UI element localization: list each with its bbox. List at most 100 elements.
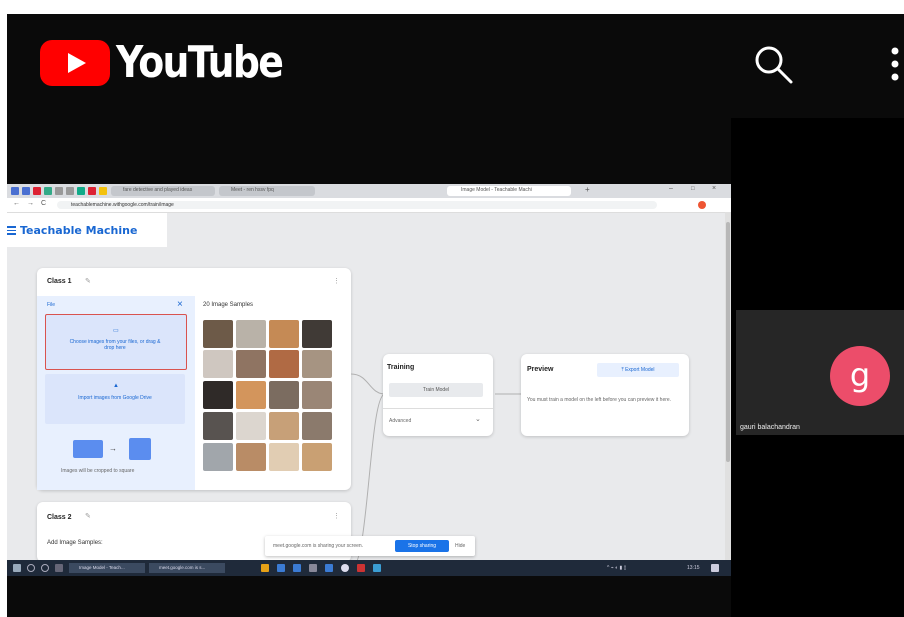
image-sample[interactable] bbox=[236, 350, 266, 378]
video-player[interactable]: YouTube fare detective and played ideas … bbox=[7, 14, 904, 617]
favicon-icon bbox=[11, 187, 19, 195]
image-sample[interactable] bbox=[269, 381, 299, 409]
import-drive-text: Import images from Google Drive bbox=[78, 395, 152, 401]
menu-icon[interactable] bbox=[7, 226, 16, 235]
tab-label: Meet - ren hssv fpq bbox=[231, 187, 274, 193]
participant-name: gauri balachandran bbox=[740, 424, 800, 431]
taskbar-app-icon[interactable] bbox=[309, 564, 317, 572]
clock[interactable]: 13:15 bbox=[687, 565, 700, 571]
notifications-icon[interactable] bbox=[711, 564, 719, 572]
file-explorer-icon[interactable] bbox=[261, 564, 269, 572]
maximize-icon[interactable]: □ bbox=[691, 186, 695, 192]
drive-icon: ▲ bbox=[113, 383, 119, 389]
image-sample[interactable] bbox=[302, 443, 332, 471]
taskbar-app-icon[interactable] bbox=[325, 564, 333, 572]
profile-avatar-icon[interactable] bbox=[698, 201, 706, 209]
image-sample[interactable] bbox=[236, 320, 266, 348]
crop-note: Images will be cropped to square bbox=[61, 468, 135, 474]
favicon-icon bbox=[33, 187, 41, 195]
image-sample[interactable] bbox=[302, 320, 332, 348]
edit-icon[interactable]: ✎ bbox=[85, 512, 91, 520]
image-sample[interactable] bbox=[236, 443, 266, 471]
system-tray[interactable]: ^ ⌁ ◐ ▮ ▯ bbox=[607, 565, 626, 571]
screenshot-frame: YouTube fare detective and played ideas … bbox=[0, 0, 904, 617]
favicon-icon bbox=[22, 187, 30, 195]
edit-icon[interactable]: ✎ bbox=[85, 277, 91, 285]
close-window-icon[interactable]: × bbox=[712, 185, 716, 192]
close-icon[interactable]: × bbox=[177, 299, 183, 310]
export-model-button[interactable]: ⤒ Export Model bbox=[597, 363, 679, 377]
new-tab-icon[interactable]: + bbox=[585, 185, 590, 194]
crop-source-icon bbox=[73, 440, 103, 458]
youtube-wordmark: YouTube bbox=[116, 37, 284, 88]
image-sample[interactable] bbox=[203, 443, 233, 471]
file-label: File bbox=[47, 302, 56, 308]
taskbar-app-icon[interactable] bbox=[373, 564, 381, 572]
image-sample[interactable] bbox=[203, 381, 233, 409]
arrow-right-icon: → bbox=[109, 444, 117, 453]
image-sample[interactable] bbox=[269, 320, 299, 348]
samples-label: 20 Image Samples bbox=[203, 302, 254, 308]
stop-sharing-button[interactable]: Stop sharing bbox=[395, 540, 449, 552]
reload-icon[interactable]: C bbox=[41, 200, 46, 207]
back-icon[interactable]: ← bbox=[13, 200, 20, 207]
class-2-title[interactable]: Class 2 bbox=[47, 514, 72, 521]
shared-screen: fare detective and played ideas Meet - r… bbox=[7, 184, 731, 576]
choose-images-text: Choose images from your files, or drag &… bbox=[69, 339, 161, 351]
youtube-play-icon bbox=[40, 40, 110, 86]
taskbar-app-icon[interactable] bbox=[277, 564, 285, 572]
taskbar-app[interactable]: Image Model - Teach... bbox=[69, 563, 145, 573]
class-options-icon[interactable]: ⋮ bbox=[333, 512, 340, 520]
more-vert-icon[interactable] bbox=[887, 42, 904, 88]
taskbar-app-icon[interactable] bbox=[357, 564, 365, 572]
chevron-down-icon[interactable]: ⌄ bbox=[475, 415, 481, 423]
image-sample[interactable] bbox=[203, 412, 233, 440]
app-title: Teachable Machine bbox=[20, 224, 138, 237]
advanced-toggle[interactable]: Advanced bbox=[389, 418, 411, 424]
youtube-logo[interactable]: YouTube bbox=[40, 40, 309, 86]
image-sample[interactable] bbox=[302, 350, 332, 378]
task-view-icon[interactable] bbox=[55, 564, 63, 572]
folder-icon: ▭ bbox=[113, 328, 119, 334]
divider bbox=[383, 408, 493, 409]
favicon-icon bbox=[66, 187, 74, 195]
image-sample[interactable] bbox=[203, 350, 233, 378]
class-1-title[interactable]: Class 1 bbox=[47, 278, 72, 285]
participant-tile[interactable]: g gauri balachandran bbox=[736, 310, 904, 435]
search-icon[interactable] bbox=[751, 42, 797, 88]
minimize-icon[interactable]: – bbox=[669, 185, 673, 192]
image-sample[interactable] bbox=[236, 381, 266, 409]
image-sample[interactable] bbox=[269, 412, 299, 440]
cortana-icon[interactable] bbox=[41, 564, 49, 572]
share-message: meet.google.com is sharing your screen. bbox=[273, 543, 364, 549]
favicon-icon bbox=[55, 187, 63, 195]
taskbar-app-icon[interactable] bbox=[293, 564, 301, 572]
hide-button[interactable]: Hide bbox=[455, 543, 465, 549]
crop-square-icon bbox=[129, 438, 151, 460]
image-sample[interactable] bbox=[302, 412, 332, 440]
image-sample[interactable] bbox=[269, 350, 299, 378]
windows-start-icon[interactable] bbox=[13, 564, 21, 572]
favicon-icon bbox=[44, 187, 52, 195]
favicon-icon bbox=[99, 187, 107, 195]
image-sample[interactable] bbox=[269, 443, 299, 471]
url-field[interactable]: teachablemachine.withgoogle.com/train/im… bbox=[57, 201, 657, 209]
train-model-button[interactable]: Train Model bbox=[389, 383, 483, 397]
taskbar-app[interactable]: meet.google.com is s... bbox=[149, 563, 225, 573]
favicon-icon bbox=[88, 187, 96, 195]
tab-label: Image Model - Teachable Machi bbox=[461, 187, 532, 193]
forward-icon[interactable]: → bbox=[27, 200, 34, 207]
image-sample[interactable] bbox=[236, 412, 266, 440]
class-options-icon[interactable]: ⋮ bbox=[333, 277, 340, 285]
browser-tab-bar: fare detective and played ideas Meet - r… bbox=[7, 184, 731, 198]
preview-title: Preview bbox=[527, 366, 554, 373]
tab-label: fare detective and played ideas bbox=[123, 187, 193, 193]
chrome-icon[interactable] bbox=[341, 564, 349, 572]
windows-taskbar: Image Model - Teach... meet.google.com i… bbox=[7, 560, 731, 576]
image-sample[interactable] bbox=[302, 381, 332, 409]
export-model-label: Export Model bbox=[625, 367, 655, 373]
image-sample[interactable] bbox=[203, 320, 233, 348]
search-icon[interactable] bbox=[27, 564, 35, 572]
add-samples-label: Add Image Samples: bbox=[47, 540, 103, 546]
preview-message: You must train a model on the left befor… bbox=[527, 397, 672, 403]
